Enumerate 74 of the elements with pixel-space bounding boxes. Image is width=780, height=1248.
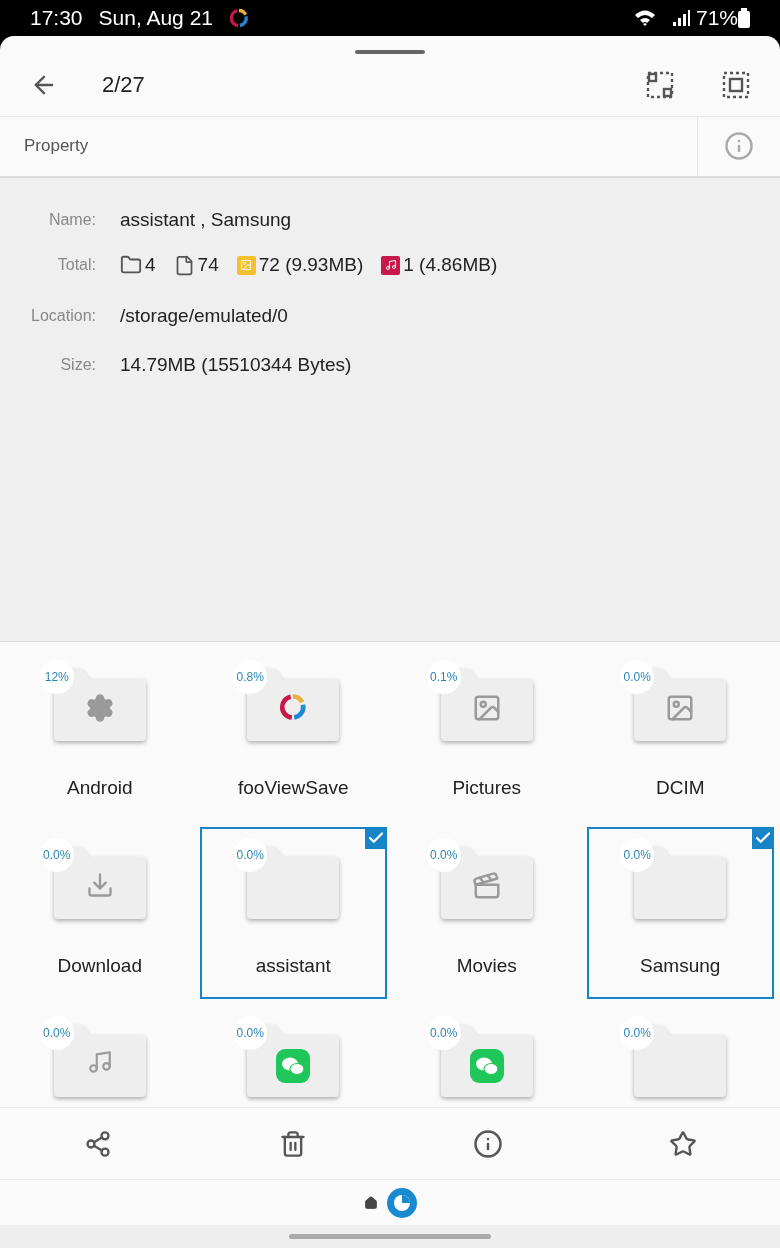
dashed-square-icon bbox=[646, 70, 674, 99]
status-date: Sun, Aug 21 bbox=[98, 6, 213, 30]
total-count: 1 (4.86MB) bbox=[403, 254, 498, 277]
folder-item[interactable]: 0.0% bbox=[393, 1004, 581, 1108]
folder-item[interactable]: 0.0% Samsung bbox=[586, 826, 774, 999]
drag-handle[interactable] bbox=[355, 50, 425, 54]
folder-name: fooViewSave bbox=[237, 776, 349, 799]
page-counter: 2/27 bbox=[102, 71, 145, 98]
folder-item[interactable]: 0.0% Movies bbox=[393, 826, 581, 999]
checkbox-checked[interactable] bbox=[752, 826, 774, 849]
status-time: 17:30 bbox=[30, 6, 83, 30]
home-button[interactable] bbox=[363, 1194, 379, 1211]
total-count: 72 (9.93MB) bbox=[258, 254, 364, 277]
property-label: Size: bbox=[59, 356, 96, 375]
home-icon bbox=[364, 1195, 378, 1210]
folder-item[interactable]: 0.0% assistant bbox=[199, 826, 387, 999]
music-note-icon bbox=[86, 1048, 113, 1075]
total-count: 74 bbox=[197, 254, 219, 277]
info-icon bbox=[724, 131, 754, 162]
folder-name: Download bbox=[57, 954, 142, 977]
star-icon bbox=[668, 1129, 697, 1158]
usage-badge: 0.0% bbox=[620, 1015, 655, 1050]
folder-item[interactable]: 0.0% Download bbox=[6, 826, 194, 999]
folder-item[interactable]: 0.0% DCIM bbox=[586, 648, 774, 821]
image-type-icon bbox=[236, 255, 256, 275]
gear-icon bbox=[84, 692, 115, 723]
chat-icon bbox=[276, 1048, 311, 1083]
audio-type-icon bbox=[381, 255, 401, 275]
usage-badge: 0.8% bbox=[233, 659, 268, 694]
usage-badge: 0.0% bbox=[620, 837, 655, 872]
usage-badge: 12% bbox=[39, 659, 74, 694]
property-label: Total: bbox=[56, 256, 96, 275]
folder-name: Movies bbox=[456, 954, 517, 977]
app-ring-icon bbox=[229, 8, 249, 28]
share-icon bbox=[83, 1129, 112, 1158]
usage-badge: 0.0% bbox=[426, 837, 461, 872]
folder-item[interactable]: 0.0% bbox=[199, 1004, 387, 1108]
usage-badge: 0.0% bbox=[620, 659, 655, 694]
info-icon bbox=[472, 1128, 503, 1159]
signal-icon bbox=[671, 9, 690, 27]
pie-icon bbox=[393, 1193, 411, 1212]
storage-button[interactable] bbox=[387, 1187, 417, 1218]
property-title: Property bbox=[23, 136, 90, 157]
usage-badge: 0.0% bbox=[426, 1015, 461, 1050]
property-value: /storage/emulated/0 bbox=[120, 305, 289, 328]
folder-name: DCIM bbox=[655, 776, 705, 799]
usage-badge: 0.0% bbox=[39, 1015, 74, 1050]
folder-name: Android bbox=[67, 776, 133, 799]
folder-item[interactable]: 12% Android bbox=[6, 648, 194, 821]
folder-item[interactable]: 0.0% bbox=[586, 1004, 774, 1108]
property-value: assistant , Samsung bbox=[120, 208, 293, 231]
folder-name: Samsung bbox=[640, 954, 721, 977]
total-count: 4 bbox=[145, 254, 156, 277]
download-icon bbox=[85, 870, 114, 899]
property-label: Name: bbox=[47, 210, 96, 229]
folder-name: assistant bbox=[255, 954, 331, 977]
dashed-square-icon bbox=[722, 70, 750, 99]
battery-percent: 71% bbox=[695, 6, 738, 30]
usage-badge: 0.0% bbox=[233, 837, 268, 872]
property-label: Location: bbox=[30, 307, 96, 326]
folder-name: Pictures bbox=[452, 776, 522, 799]
property-value: 14.79MB (15510344 Bytes) bbox=[120, 354, 353, 377]
trash-icon bbox=[278, 1129, 307, 1158]
checkbox-checked[interactable] bbox=[365, 826, 387, 849]
usage-badge: 0.1% bbox=[426, 659, 461, 694]
folder-item[interactable]: 0.1% Pictures bbox=[393, 648, 581, 821]
folder-item[interactable]: 0.8% fooViewSave bbox=[199, 648, 387, 821]
clapperboard-icon bbox=[471, 870, 502, 901]
battery-icon bbox=[738, 8, 750, 28]
usage-badge: 0.0% bbox=[233, 1015, 268, 1050]
wifi-icon bbox=[633, 9, 656, 27]
folder-item[interactable]: 0.0% bbox=[6, 1004, 194, 1108]
usage-badge: 0.0% bbox=[39, 837, 74, 872]
ring-icon bbox=[279, 692, 308, 721]
